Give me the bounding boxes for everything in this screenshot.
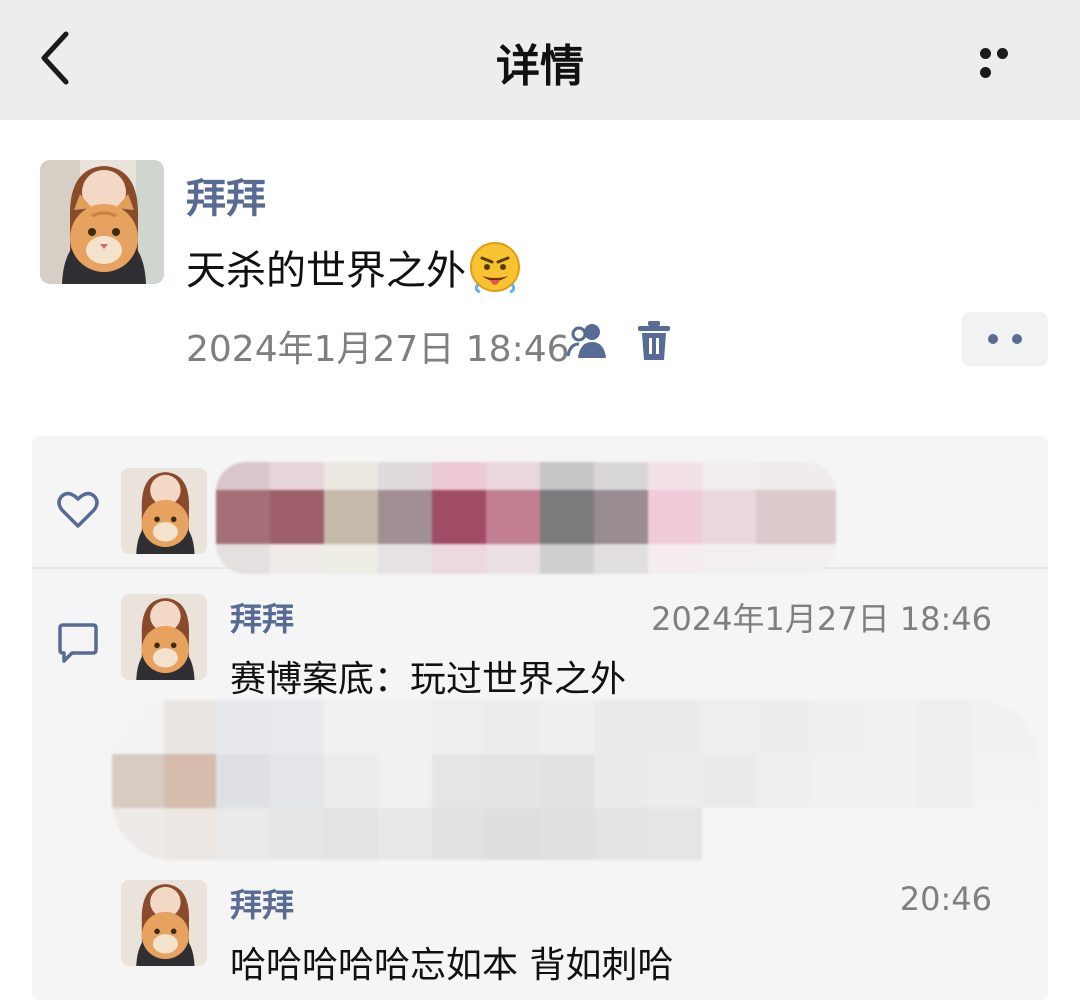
post-timestamp: 2024年1月27日 18:46 [186,329,570,370]
dots-icon[interactable] [962,312,1048,366]
comment-author[interactable]: 拜拜 [230,880,294,926]
people-icon[interactable] [566,320,610,360]
comment-author[interactable]: 拜拜 [230,594,294,640]
comment-icon [58,623,98,663]
comment-text[interactable]: 哈哈哈哈哈忘如本 背如刺哈 [230,936,673,988]
page-title: 详情 [496,41,584,92]
post-text-content: 天杀的世界之外 [186,248,466,294]
avatar[interactable] [121,468,207,554]
heart-outline-icon [57,491,99,528]
comment-text[interactable]: 赛博案底：玩过世界之外 [230,650,626,702]
avatar[interactable] [40,160,164,284]
author-name[interactable]: 拜拜 [186,166,266,224]
avatar[interactable] [121,880,207,966]
obscured-like-names [216,462,836,574]
comment-time: 2024年1月27日 18:46 [651,600,992,638]
top-bar: 详情 [0,0,1080,120]
obscured-comment [112,700,1038,860]
trash-icon[interactable] [636,320,672,362]
post-text: 天杀的世界之外 [186,238,522,296]
more-horizontal-icon[interactable] [980,44,1030,78]
avatar[interactable] [121,594,207,680]
zany-face-emoji [470,242,520,294]
comment-time: 20:46 [899,880,992,918]
